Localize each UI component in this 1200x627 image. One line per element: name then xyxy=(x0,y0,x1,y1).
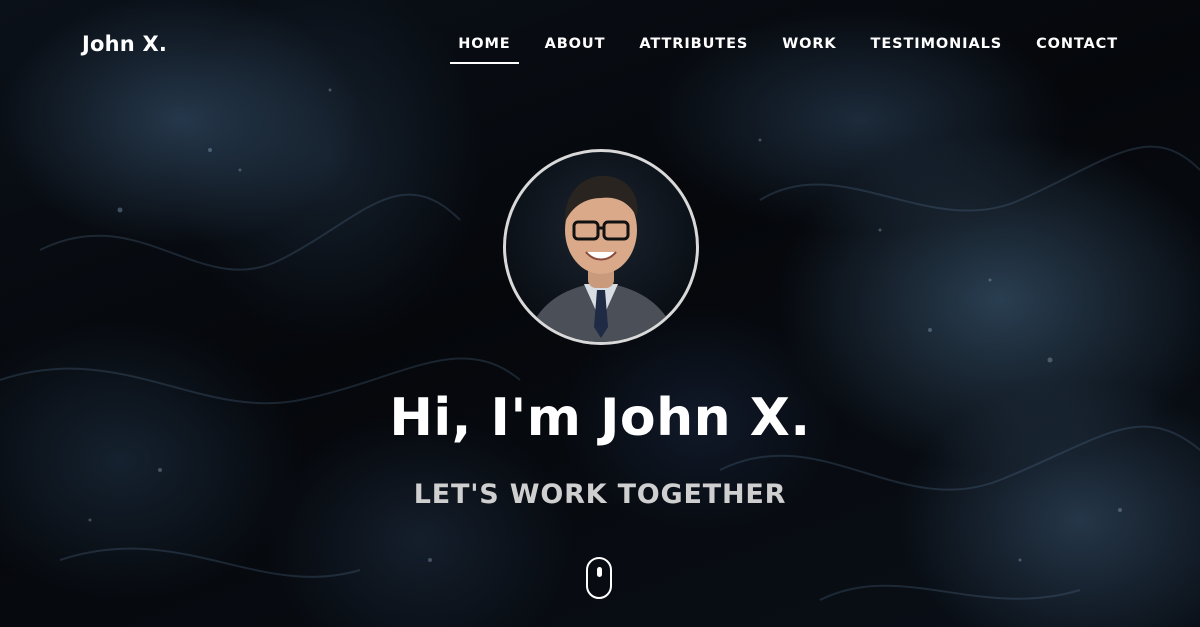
scroll-wheel-dot xyxy=(596,567,602,577)
mouse-scroll-icon[interactable] xyxy=(586,557,612,599)
hero-subheadline: LET'S WORK TOGETHER xyxy=(413,479,787,510)
brand-logo[interactable]: John X. xyxy=(82,32,167,56)
nav-item-work[interactable]: WORK xyxy=(782,36,836,52)
hero-section: John X. HOME ABOUT ATTRIBUTES WORK TESTI… xyxy=(0,0,1200,627)
nav-item-contact[interactable]: CONTACT xyxy=(1036,36,1118,52)
profile-photo xyxy=(526,175,678,342)
top-navigation: John X. HOME ABOUT ATTRIBUTES WORK TESTI… xyxy=(0,0,1200,90)
nav-item-testimonials[interactable]: TESTIMONIALS xyxy=(871,36,1003,52)
nav-menu: HOME ABOUT ATTRIBUTES WORK TESTIMONIALS … xyxy=(450,36,1118,64)
nav-item-attributes[interactable]: ATTRIBUTES xyxy=(639,36,748,52)
nav-item-home[interactable]: HOME xyxy=(450,36,520,64)
nav-item-about[interactable]: ABOUT xyxy=(545,36,606,52)
hero-headline: Hi, I'm John X. xyxy=(389,388,811,448)
profile-avatar xyxy=(503,149,699,345)
